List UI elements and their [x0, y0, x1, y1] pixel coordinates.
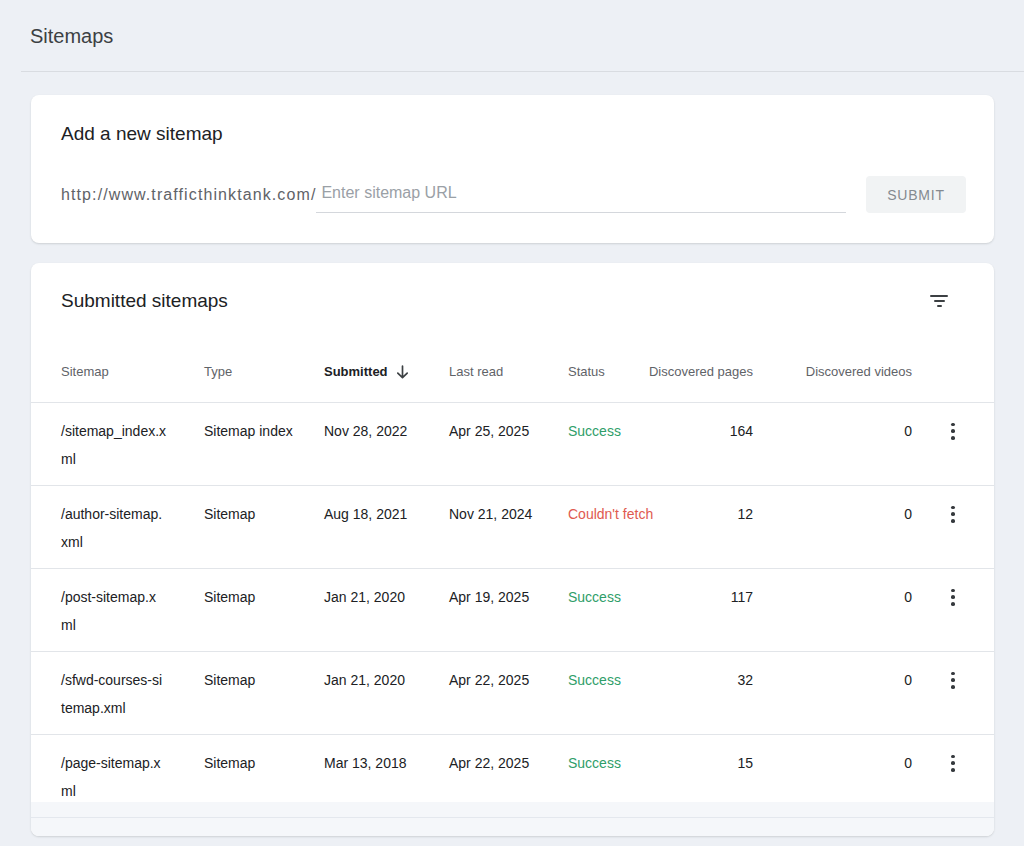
- cell-last-read: Apr 22, 2025: [449, 666, 568, 694]
- add-sitemap-card: Add a new sitemap http://www.trafficthin…: [31, 95, 994, 243]
- cell-type: Sitemap: [204, 749, 324, 777]
- submitted-sitemaps-title: Submitted sitemaps: [61, 289, 228, 313]
- cell-submitted: Jan 21, 2020: [324, 666, 449, 694]
- cell-sitemap: /sitemap_index.xml: [61, 417, 168, 473]
- cell-type: Sitemap index: [204, 417, 324, 445]
- col-header-type[interactable]: Type: [204, 364, 324, 379]
- table-row[interactable]: /author-sitemap.xml Sitemap Aug 18, 2021…: [31, 486, 994, 569]
- cell-last-read: Nov 21, 2024: [449, 500, 568, 528]
- cell-type: Sitemap: [204, 583, 324, 611]
- filter-icon[interactable]: [927, 292, 951, 310]
- status-badge: Success: [568, 666, 678, 694]
- cell-sitemap: /page-sitemap.xml: [61, 749, 166, 805]
- table-row[interactable]: /sitemap_index.xml Sitemap index Nov 28,…: [31, 403, 994, 486]
- row-menu-icon[interactable]: [947, 504, 959, 524]
- cell-discovered-videos: 0: [904, 749, 912, 777]
- status-badge: Success: [568, 749, 678, 777]
- url-prefix: http://www.trafficthinktank.com/: [61, 176, 316, 213]
- cell-sitemap: /author-sitemap.xml: [61, 500, 166, 556]
- add-sitemap-title: Add a new sitemap: [61, 95, 966, 146]
- status-badge: Success: [568, 583, 678, 611]
- col-header-discovered-videos[interactable]: Discovered videos: [806, 364, 912, 379]
- add-sitemap-form: http://www.trafficthinktank.com/ SUBMIT: [61, 176, 966, 213]
- row-menu-icon[interactable]: [947, 670, 959, 690]
- cell-submitted: Nov 28, 2022: [324, 417, 449, 445]
- cell-discovered-pages: 12: [737, 500, 753, 528]
- cell-discovered-videos: 0: [904, 583, 912, 611]
- cell-discovered-videos: 0: [904, 666, 912, 694]
- table-row[interactable]: /sfwd-courses-sitemap.xml Sitemap Jan 21…: [31, 652, 994, 735]
- cell-discovered-pages: 15: [737, 749, 753, 777]
- cell-last-read: Apr 19, 2025: [449, 583, 568, 611]
- cell-submitted: Aug 18, 2021: [324, 500, 449, 528]
- table-header-row: Sitemap Type Submitted Last read Status …: [31, 353, 994, 403]
- cell-type: Sitemap: [204, 666, 324, 694]
- cell-discovered-pages: 32: [737, 666, 753, 694]
- status-badge: Couldn't fetch: [568, 500, 678, 528]
- cell-discovered-pages: 117: [731, 583, 753, 611]
- cell-sitemap: /sfwd-courses-sitemap.xml: [61, 666, 166, 722]
- sort-descending-icon: [396, 365, 409, 379]
- cell-last-read: Apr 25, 2025: [449, 417, 568, 445]
- sitemap-url-input[interactable]: [316, 176, 846, 213]
- page-title: Sitemaps: [30, 24, 1024, 48]
- col-header-discovered-pages[interactable]: Discovered pages: [649, 364, 753, 379]
- row-menu-icon[interactable]: [947, 753, 959, 773]
- cell-submitted: Jan 21, 2020: [324, 583, 449, 611]
- cell-sitemap: /post-sitemap.xml: [61, 583, 166, 639]
- status-badge: Success: [568, 417, 678, 445]
- submit-button[interactable]: SUBMIT: [866, 176, 966, 213]
- col-header-last-read[interactable]: Last read: [449, 364, 568, 379]
- col-header-sitemap[interactable]: Sitemap: [61, 364, 204, 379]
- table-footer-band: [31, 818, 994, 836]
- cell-discovered-videos: 0: [904, 500, 912, 528]
- cell-last-read: Apr 22, 2025: [449, 749, 568, 777]
- cell-type: Sitemap: [204, 500, 324, 528]
- cell-discovered-videos: 0: [904, 417, 912, 445]
- col-header-submitted[interactable]: Submitted: [324, 364, 449, 379]
- row-menu-icon[interactable]: [947, 421, 959, 441]
- table-footer-band: [31, 802, 994, 817]
- table-row[interactable]: /post-sitemap.xml Sitemap Jan 21, 2020 A…: [31, 569, 994, 652]
- submitted-sitemaps-card: Submitted sitemaps Sitemap Type Submitte…: [31, 263, 994, 836]
- table-row[interactable]: /page-sitemap.xml Sitemap Mar 13, 2018 A…: [31, 735, 994, 802]
- cell-submitted: Mar 13, 2018: [324, 749, 449, 777]
- cell-discovered-pages: 164: [730, 417, 753, 445]
- row-menu-icon[interactable]: [947, 587, 959, 607]
- title-divider: [21, 71, 1024, 72]
